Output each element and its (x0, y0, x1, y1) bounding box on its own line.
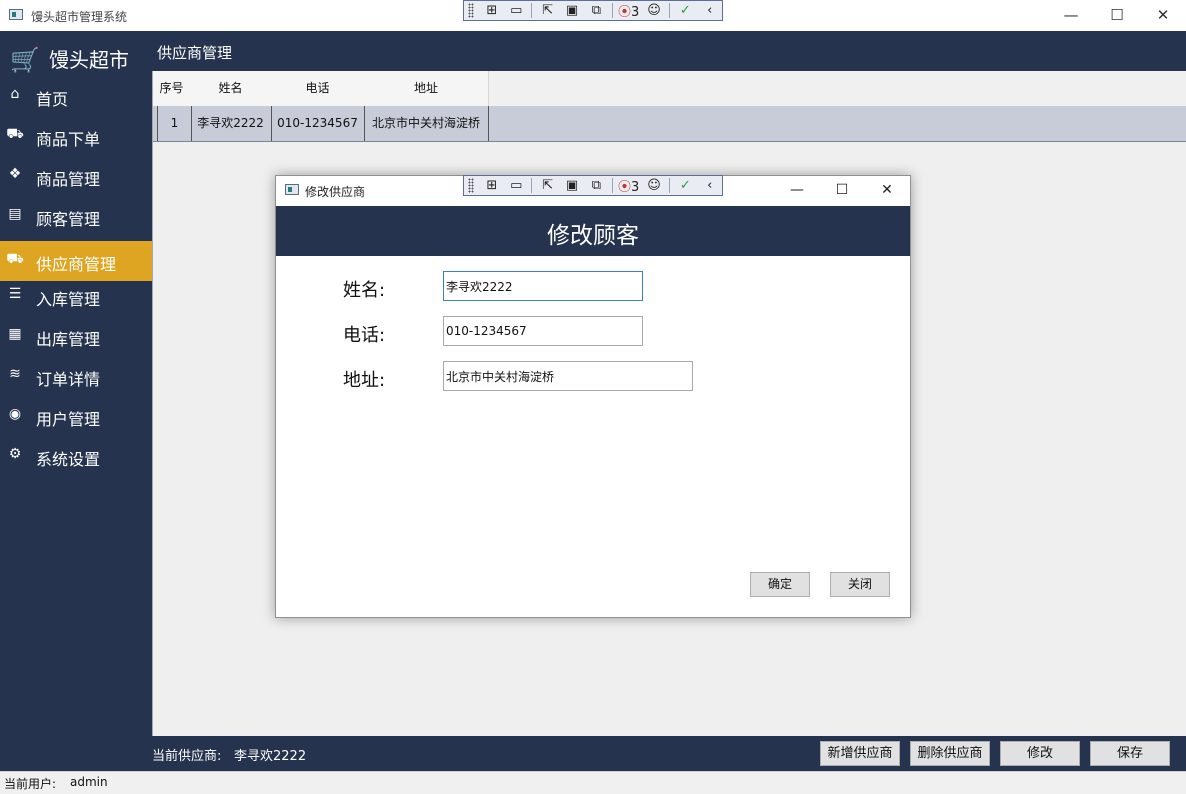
track-focus-icon[interactable]: ⧉ (584, 3, 608, 18)
grip-icon[interactable] (468, 3, 474, 18)
sidebar-item-label: 供应商管理 (36, 255, 117, 274)
sidebar-item-label: 订单详情 (36, 370, 101, 389)
live-tree-icon[interactable]: ⊞ (480, 3, 504, 18)
edit-supplier-dialog: 修改供应商 — ☐ ✕ 修改顾客 姓名: 电话: 地址: 确定 关闭 (275, 175, 911, 618)
check-icon[interactable]: ✓ (673, 178, 697, 193)
footer-bar: 当前供应商: 李寻欢2222 新增供应商 删除供应商 修改 保存 (152, 736, 1186, 771)
sidebar-item-products[interactable]: ❖ 商品管理 (0, 156, 152, 196)
cogs-icon: ⚙ (8, 446, 22, 462)
table-cell-phone[interactable]: 010-1234567 (271, 106, 365, 141)
cart-icon: ⛟ (6, 126, 24, 142)
table-row[interactable]: 1 李寻欢2222 010-1234567 北京市中关村海淀桥 (153, 106, 1186, 142)
table-cell-address[interactable]: 北京市中关村海淀桥 (364, 106, 489, 141)
current-supplier-value: 李寻欢2222 (234, 749, 307, 764)
ok-button[interactable]: 确定 (750, 572, 810, 597)
dialog-maximize-button[interactable]: ☐ (819, 176, 865, 205)
select-element-icon[interactable]: ⇱ (535, 178, 559, 193)
dialog-title: 修改供应商 (305, 185, 366, 199)
check-icon[interactable]: ✓ (673, 3, 697, 18)
dialog-heading: 修改顾客 (547, 223, 639, 249)
dialog-app-icon (285, 184, 299, 195)
maximize-button[interactable]: ☐ (1094, 0, 1140, 31)
user-circle-icon: ◉ (8, 406, 22, 422)
app-name: 馒头超市 (49, 48, 129, 72)
status-bar: 当前用户: admin (0, 771, 1186, 794)
add-supplier-button[interactable]: 新增供应商 (820, 741, 900, 766)
address-label: 地址: (343, 370, 386, 391)
table-icon: ▦ (8, 326, 22, 342)
current-supplier-label: 当前供应商: (152, 749, 222, 764)
page-title: 供应商管理 (157, 44, 233, 62)
name-label: 姓名: (343, 280, 386, 301)
dropbox-icon: ❖ (8, 166, 22, 182)
column-header-address[interactable]: 地址 (364, 71, 489, 106)
minimize-button[interactable]: — (1048, 0, 1094, 31)
close-button[interactable]: ✕ (1140, 0, 1186, 31)
debug-toolbar: ⊞ ▭ ⇱ ▣ ⧉ ⦿3 ☺ ✓ ‹ (463, 0, 723, 21)
sidebar-item-label: 商品管理 (36, 170, 101, 189)
app-icon (9, 9, 23, 20)
accessibility-icon[interactable]: ☺ (642, 178, 666, 193)
layout-adorner-icon[interactable]: ▣ (560, 178, 584, 193)
binding-failures-icon[interactable]: ⦿3 (616, 1, 642, 20)
grip-icon[interactable] (468, 178, 474, 193)
wifi-icon: ≋ (9, 366, 21, 382)
live-tree-icon[interactable]: ⊞ (480, 178, 504, 193)
close-dialog-button[interactable]: 关闭 (830, 572, 890, 597)
layout-adorner-icon[interactable]: ▣ (560, 3, 584, 18)
table-cell-index[interactable]: 1 (157, 106, 192, 141)
chevron-left-icon[interactable]: ‹ (698, 178, 722, 193)
address-input[interactable] (443, 361, 693, 391)
sidebar-item-home[interactable]: ⌂ 首页 (0, 76, 152, 116)
cart-logo-icon: 🛒 (10, 46, 40, 74)
sidebar-item-order[interactable]: ⛟ 商品下单 (0, 116, 152, 156)
table-cell-name[interactable]: 李寻欢2222 (190, 106, 272, 141)
sidebar-item-label: 商品下单 (36, 130, 101, 149)
sidebar-item-customers[interactable]: ▤ 顾客管理 (0, 196, 152, 236)
sidebar-item-settings[interactable]: ⚙ 系统设置 (0, 436, 152, 476)
sidebar-item-label: 入库管理 (36, 290, 101, 309)
main-header: 供应商管理 (152, 31, 1186, 71)
chevron-left-icon[interactable]: ‹ (698, 3, 722, 18)
contact-card-icon: ▤ (8, 206, 22, 222)
dialog-header: 修改顾客 (276, 206, 910, 256)
sidebar: 🛒 馒头超市 ⌂ 首页 ⛟ 商品下单 ❖ 商品管理 ▤ 顾客管理 ⛟ 供应商管理… (0, 31, 152, 771)
sidebar-item-stock-out[interactable]: ▦ 出库管理 (0, 316, 152, 356)
track-focus-icon[interactable]: ⧉ (584, 178, 608, 193)
binding-failures-icon[interactable]: ⦿3 (616, 176, 642, 195)
column-header-index[interactable]: 序号 (153, 71, 191, 106)
sidebar-item-label: 出库管理 (36, 330, 101, 349)
dialog-minimize-button[interactable]: — (774, 176, 820, 205)
camera-icon[interactable]: ▭ (504, 3, 528, 18)
list-icon: ☰ (8, 286, 22, 302)
column-header-name[interactable]: 姓名 (190, 71, 272, 106)
dialog-debug-toolbar: ⊞ ▭ ⇱ ▣ ⧉ ⦿3 ☺ ✓ ‹ (463, 175, 723, 196)
sidebar-item-order-details[interactable]: ≋ 订单详情 (0, 356, 152, 396)
save-button[interactable]: 保存 (1090, 741, 1170, 766)
phone-label: 电话: (343, 325, 386, 346)
sidebar-item-label: 首页 (36, 90, 69, 109)
delete-supplier-button[interactable]: 删除供应商 (910, 741, 990, 766)
current-user-label: 当前用户: (4, 777, 57, 791)
accessibility-icon[interactable]: ☺ (642, 3, 666, 18)
column-header-phone[interactable]: 电话 (271, 71, 365, 106)
truck-icon: ⛟ (6, 251, 24, 267)
phone-input[interactable] (443, 316, 643, 346)
sidebar-item-label: 系统设置 (36, 450, 101, 469)
sidebar-item-stock-in[interactable]: ☰ 入库管理 (0, 276, 152, 316)
camera-icon[interactable]: ▭ (504, 178, 528, 193)
home-icon: ⌂ (10, 86, 20, 102)
sidebar-item-label: 顾客管理 (36, 210, 101, 229)
window-title: 馒头超市管理系统 (31, 10, 128, 24)
sidebar-item-label: 用户管理 (36, 410, 101, 429)
sidebar-item-suppliers[interactable]: ⛟ 供应商管理 (0, 241, 152, 281)
sidebar-item-users[interactable]: ◉ 用户管理 (0, 396, 152, 436)
edit-button[interactable]: 修改 (1000, 741, 1080, 766)
dialog-close-button[interactable]: ✕ (864, 176, 910, 205)
current-user-value: admin (70, 775, 108, 789)
name-input[interactable] (443, 271, 643, 301)
select-element-icon[interactable]: ⇱ (535, 3, 559, 18)
